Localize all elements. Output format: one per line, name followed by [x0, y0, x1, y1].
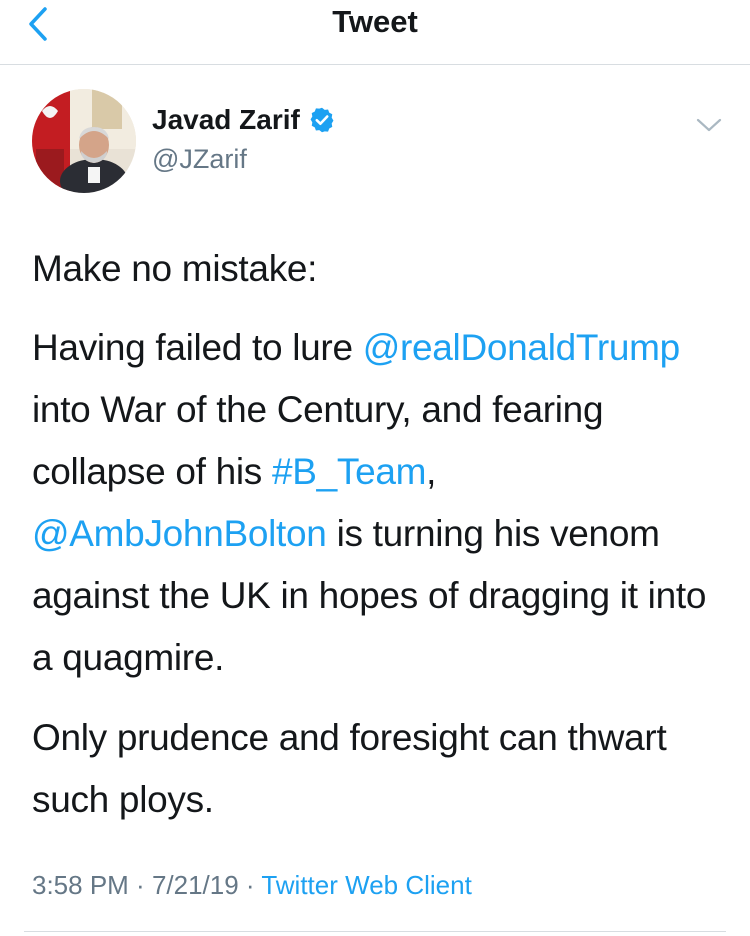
chevron-down-icon[interactable] — [694, 115, 724, 135]
tweet-time: 3:58 PM — [32, 870, 129, 900]
author-handle[interactable]: @JZarif — [152, 143, 247, 175]
separator: · — [238, 870, 262, 900]
separator: · — [128, 870, 152, 900]
avatar[interactable] — [32, 89, 136, 193]
tweet-metadata: 3:58 PM · 7/21/19 · Twitter Web Client — [32, 869, 472, 901]
tweet-text: , — [426, 451, 437, 492]
mention-link[interactable]: @AmbJohnBolton — [32, 513, 327, 554]
client-link[interactable]: Twitter Web Client — [261, 870, 471, 900]
page-title: Tweet — [332, 4, 418, 39]
divider — [24, 931, 726, 932]
avatar-image — [32, 89, 136, 193]
tweet-text: Having failed to lure — [32, 327, 363, 368]
hashtag-link[interactable]: #B_Team — [272, 451, 427, 492]
verified-badge-icon — [310, 107, 334, 133]
author-name[interactable]: Javad Zarif — [152, 103, 336, 137]
mention-link[interactable]: @realDonaldTrump — [363, 327, 681, 368]
tweet-paragraph-2: Having failed to lure @realDonaldTrump i… — [32, 317, 732, 689]
tweet-paragraph-3: Only prudence and foresight can thwart s… — [32, 717, 667, 820]
author-name-text: Javad Zarif — [152, 104, 300, 135]
tweet-date: 7/21/19 — [151, 870, 239, 900]
tweet-paragraph-1: Make no mistake: — [32, 248, 318, 289]
nav-bar: Tweet — [0, 0, 750, 65]
